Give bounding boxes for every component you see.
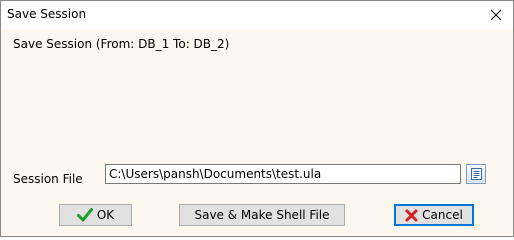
ok-button-label: OK (96, 208, 115, 222)
checkmark-icon (76, 208, 93, 222)
ok-button[interactable]: OK (59, 204, 132, 226)
session-file-input[interactable] (105, 164, 461, 184)
window-title: Save Session (7, 7, 87, 21)
cancel-button[interactable]: Cancel (394, 204, 474, 226)
cancel-button-label: Cancel (422, 208, 463, 222)
x-icon (405, 209, 418, 222)
save-make-shell-label: Save & Make Shell File (194, 208, 330, 222)
close-button[interactable] (479, 1, 513, 29)
title-bar[interactable]: Save Session (1, 1, 513, 29)
browse-file-icon (471, 168, 482, 180)
session-description: Save Session (From: DB_1 To: DB_2) (13, 37, 230, 51)
save-session-dialog: Save Session Save Session (From: DB_1 To… (0, 0, 514, 237)
close-icon (490, 9, 502, 21)
session-file-label: Session File (13, 172, 83, 186)
browse-file-button[interactable] (466, 164, 486, 184)
save-make-shell-button[interactable]: Save & Make Shell File (179, 204, 345, 226)
